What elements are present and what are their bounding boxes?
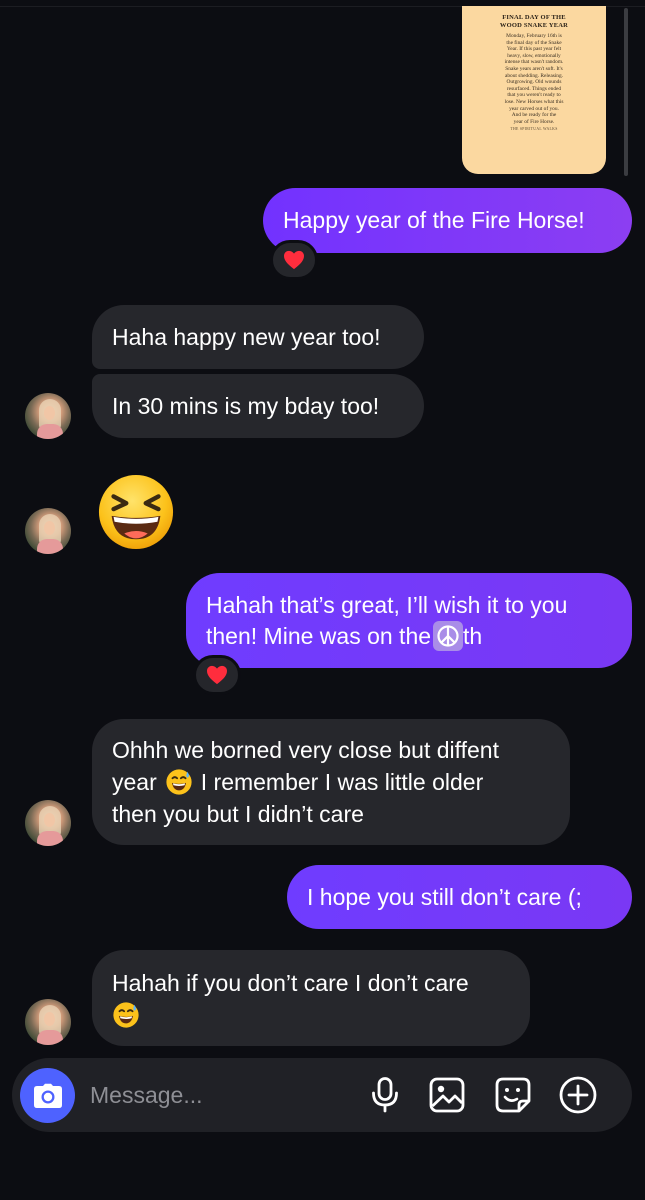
message-text-line: then you but I didn’t care xyxy=(112,801,364,827)
received-message-bubble[interactable]: Haha happy new year too! xyxy=(92,305,424,369)
contact-avatar[interactable] xyxy=(25,800,71,846)
message-text: I remember I was little older xyxy=(200,769,484,795)
scrollbar[interactable] xyxy=(624,8,628,176)
shared-post-signature: THE SPIRITUAL WALKS xyxy=(510,127,558,132)
shared-post-body-line: Snake years aren't soft. It's xyxy=(505,65,563,72)
received-message-bubble[interactable]: Hahah if you don’t care I don’t care xyxy=(92,950,530,1046)
shared-post-body-line: resurfaced. Things ended xyxy=(506,85,562,92)
message-text: In 30 mins is my bday too! xyxy=(112,392,380,419)
contact-avatar[interactable] xyxy=(25,508,71,554)
shared-post-title: FINAL DAY OF THE WOOD SNAKE YEAR xyxy=(472,14,596,30)
message-text: Haha happy new year too! xyxy=(112,323,381,350)
message-text-line: Ohhh we borned very close but diffent xyxy=(112,737,499,763)
shared-post-body-line: Outgrowing. Old wounds xyxy=(506,79,562,86)
shared-post-body-line: about shedding. Releasing. xyxy=(504,72,564,79)
grinning-squinting-face-emoji[interactable] xyxy=(97,473,175,551)
contact-avatar[interactable] xyxy=(25,393,71,439)
reaction-badge[interactable] xyxy=(270,240,318,280)
shared-post-body-line: that you weren't ready to xyxy=(507,92,561,99)
peace-symbol-emoji xyxy=(433,621,464,651)
message-text-line: then! Mine was on the th xyxy=(206,621,482,652)
more-button[interactable] xyxy=(558,1075,598,1115)
reaction-badge[interactable] xyxy=(193,655,241,695)
shared-post-body-line: Monday, February 16th is xyxy=(506,33,562,39)
plus-circle-icon xyxy=(559,1076,597,1114)
peace-icon xyxy=(437,625,459,647)
shared-post-body-line: intense that wasn't random. xyxy=(504,59,564,66)
shared-post-body-line: year of Fire Horse. xyxy=(513,118,555,125)
sweat-smile-icon xyxy=(113,1001,139,1028)
sweat-smile-icon xyxy=(166,769,192,795)
shared-post-title-line: FINAL DAY OF THE xyxy=(502,14,566,21)
camera-button[interactable] xyxy=(20,1068,75,1123)
message-text-line: Hahah that’s great, I’ll wish it to you xyxy=(206,591,568,618)
received-message-bubble[interactable]: Ohhh we borned very close but diffent ye… xyxy=(92,719,570,845)
message-composer xyxy=(12,1058,632,1132)
image-icon xyxy=(429,1077,465,1113)
sweat-smile-emoji xyxy=(165,768,193,796)
message-text: th xyxy=(463,622,483,649)
message-text: Happy year of the Fire Horse! xyxy=(283,207,585,233)
shared-post-body-line: Year. If this past year felt xyxy=(506,46,562,53)
sent-message-bubble[interactable]: Hahah that’s great, I’ll wish it to you … xyxy=(186,573,632,668)
shared-post-body-line: heavy, slow, emotionally xyxy=(507,52,561,59)
gallery-button[interactable] xyxy=(427,1075,467,1115)
message-text: I hope you still don’t care (; xyxy=(307,883,582,910)
received-message-bubble[interactable]: In 30 mins is my bday too! xyxy=(92,374,424,438)
shared-post-card[interactable]: FINAL DAY OF THE WOOD SNAKE YEAR Monday,… xyxy=(462,6,606,174)
heart-icon xyxy=(207,665,227,685)
camera-icon xyxy=(33,1083,62,1108)
message-text-line: Hahah if you don’t care I don’t care xyxy=(112,969,469,996)
shared-post-body-line: lose. New Horses what this xyxy=(504,98,564,105)
message-text: then! Mine was on the xyxy=(206,622,432,649)
shared-post-body: Monday, February 16th is the final day o… xyxy=(472,33,596,125)
microphone-icon xyxy=(372,1077,398,1113)
sent-message-bubble[interactable]: I hope you still don’t care (; xyxy=(287,865,632,929)
microphone-button[interactable] xyxy=(365,1075,405,1115)
message-text: year xyxy=(112,769,157,795)
sweat-smile-emoji xyxy=(112,1001,140,1029)
sticker-button[interactable] xyxy=(493,1075,533,1115)
message-input[interactable] xyxy=(90,1076,350,1114)
shared-post-title-line: WOOD SNAKE YEAR xyxy=(499,22,569,29)
contact-avatar[interactable] xyxy=(25,999,71,1045)
sent-message-bubble[interactable]: Happy year of the Fire Horse! xyxy=(263,188,632,253)
message-text-line: year I remember I was little older xyxy=(112,766,483,798)
sticker-icon xyxy=(495,1077,531,1113)
heart-icon xyxy=(284,250,304,270)
shared-post-body-line: And be ready for the xyxy=(511,112,557,119)
